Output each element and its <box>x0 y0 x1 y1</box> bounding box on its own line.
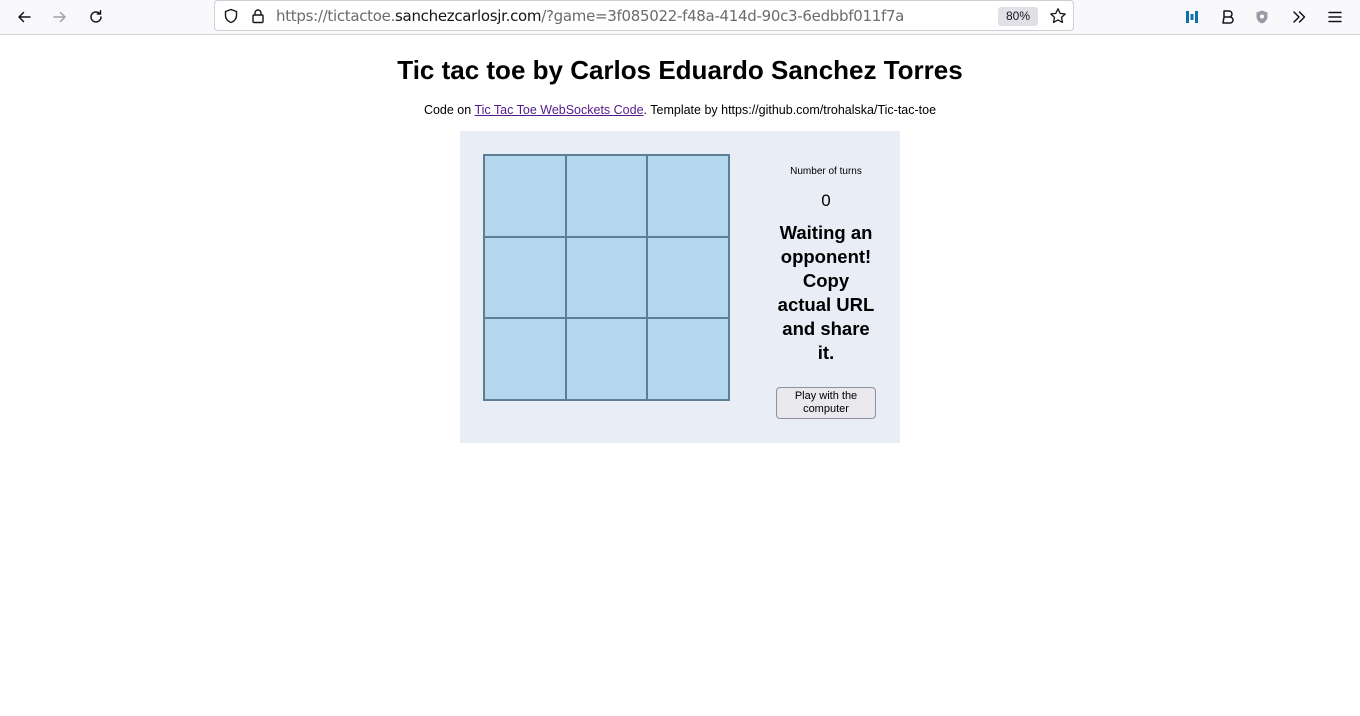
address-bar[interactable]: https://tictactoe.sanchezcarlosjr.com/?g… <box>214 0 1074 31</box>
hamburger-menu-icon <box>1327 9 1343 25</box>
board-cell[interactable] <box>565 318 648 400</box>
code-link[interactable]: Tic Tac Toe WebSockets Code <box>474 103 643 117</box>
page-title: Tic tac toe by Carlos Eduardo Sanchez To… <box>397 55 963 85</box>
arrow-right-icon <box>52 9 68 25</box>
extension-button-3[interactable] <box>1247 3 1277 31</box>
game-panel: Number of turns 0 Waiting an opponent! C… <box>460 131 900 443</box>
extension-button-2[interactable] <box>1212 3 1242 31</box>
url-host: sanchezcarlosjr.com <box>395 7 542 25</box>
board-cell[interactable] <box>647 155 729 237</box>
app-menu-button[interactable] <box>1320 3 1350 31</box>
status-message: Waiting an opponent! Copy actual URL and… <box>777 222 875 363</box>
turns-label: Number of turns <box>790 166 862 177</box>
extension-b-icon <box>1219 9 1235 25</box>
game-board <box>483 154 730 401</box>
reload-button[interactable] <box>81 3 111 31</box>
play-with-computer-button[interactable]: Play with the computer <box>776 387 876 419</box>
shield-icon[interactable] <box>222 7 240 25</box>
board-cell[interactable] <box>484 236 566 319</box>
url-text[interactable]: https://tictactoe.sanchezcarlosjr.com/?g… <box>276 7 904 25</box>
board-cell[interactable] <box>647 236 729 319</box>
zoom-level-button[interactable]: 80% <box>998 7 1038 26</box>
overflow-button[interactable] <box>1284 3 1314 31</box>
credits-line: Code on Tic Tac Toe WebSockets Code. Tem… <box>0 101 1360 119</box>
board-cell[interactable] <box>565 236 648 319</box>
extension-bars-icon <box>1184 9 1200 25</box>
star-icon[interactable] <box>1049 7 1067 25</box>
url-prefix: https://tictactoe. <box>276 7 396 25</box>
lock-icon[interactable] <box>249 7 267 25</box>
credits-suffix: . Template by https://github.com/trohals… <box>643 103 937 117</box>
reload-icon <box>88 9 104 25</box>
board-cell[interactable] <box>484 318 566 400</box>
turns-count: 0 <box>821 191 831 210</box>
board-cell[interactable] <box>565 155 648 237</box>
extension-shield-icon <box>1254 9 1270 25</box>
url-path: /?game=3f085022-f48a-414d-90c3-6edbbf011… <box>541 7 905 25</box>
forward-button[interactable] <box>45 3 75 31</box>
board-cell[interactable] <box>647 318 729 400</box>
back-button[interactable] <box>9 3 39 31</box>
credits-prefix: Code on <box>423 103 475 117</box>
board-cell[interactable] <box>484 155 566 237</box>
chevron-double-right-icon <box>1291 9 1307 25</box>
arrow-left-icon <box>16 9 32 25</box>
game-info: Number of turns 0 Waiting an opponent! C… <box>770 164 882 365</box>
extension-button-1[interactable] <box>1177 3 1207 31</box>
browser-toolbar: https://tictactoe.sanchezcarlosjr.com/?g… <box>0 0 1360 35</box>
